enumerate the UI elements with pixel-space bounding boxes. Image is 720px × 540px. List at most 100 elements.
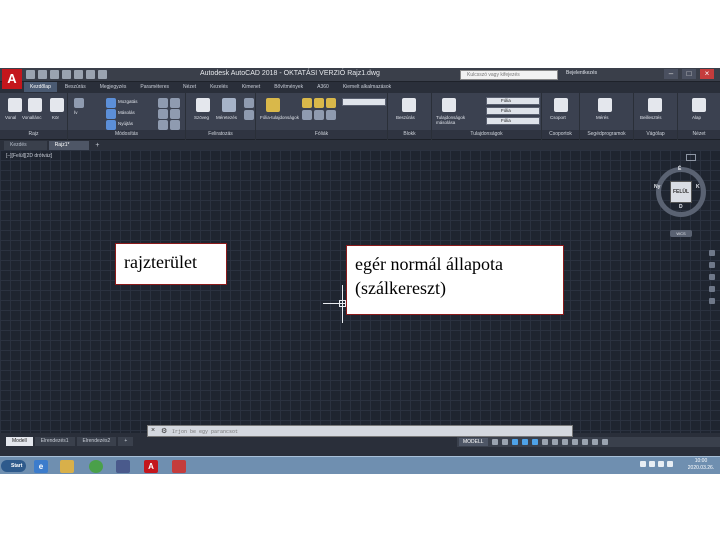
annotation-scale-icon[interactable] — [551, 439, 558, 445]
layout-tab-layout1[interactable]: Elrendezés1 — [34, 437, 75, 446]
circle-icon[interactable] — [50, 98, 64, 112]
tab-manage[interactable]: Kezelés — [204, 82, 234, 92]
viewcube[interactable]: FELÜL É D Ny K — [654, 166, 706, 217]
add-layout-plus-icon[interactable]: + — [118, 437, 134, 446]
ribbon-group-label[interactable]: Fóliák — [256, 130, 387, 139]
plot-icon[interactable] — [74, 70, 83, 79]
layer-previous-icon[interactable] — [326, 110, 336, 120]
layout-tab-model[interactable]: Modell — [6, 437, 33, 446]
lineweight-dropdown[interactable]: Fólia — [486, 107, 540, 115]
mirror-icon[interactable] — [158, 109, 168, 119]
save-as-icon[interactable] — [62, 70, 71, 79]
maximize-icon[interactable]: □ — [682, 69, 696, 79]
viewport-controls-label[interactable]: [–][Felül][2D drótváz] — [6, 153, 52, 159]
save-disk-icon[interactable] — [116, 460, 130, 473]
layer-lock-icon[interactable] — [326, 98, 336, 108]
save-icon[interactable] — [50, 70, 59, 79]
group-icon[interactable] — [554, 98, 568, 112]
command-input[interactable] — [172, 428, 568, 435]
volume-icon[interactable] — [658, 461, 664, 467]
file-tab-drawing1[interactable]: Rajz1* — [48, 141, 90, 150]
layer-freeze-icon[interactable] — [314, 98, 324, 108]
ribbon-group-label[interactable]: Vágólap — [634, 130, 677, 139]
compass-east[interactable]: K — [696, 184, 700, 190]
clean-screen-icon[interactable] — [591, 439, 598, 445]
base-view-icon[interactable] — [692, 98, 706, 112]
open-file-icon[interactable] — [38, 70, 47, 79]
file-explorer-icon[interactable] — [60, 460, 74, 473]
ribbon-group-label[interactable]: Csoportok — [542, 130, 579, 139]
tab-a360[interactable]: A360 — [311, 82, 335, 92]
compass-west[interactable]: Ny — [654, 184, 660, 190]
ribbon-group-label[interactable]: Feliratozás — [186, 130, 255, 139]
table-icon[interactable] — [244, 110, 254, 120]
grid-icon[interactable] — [491, 439, 498, 445]
leader-icon[interactable] — [244, 98, 254, 108]
tab-home[interactable]: Kezdőlap — [24, 82, 57, 92]
layer-isolate-icon[interactable] — [302, 110, 312, 120]
ribbon-group-label[interactable]: Segédprogramok — [580, 130, 633, 139]
ortho-icon[interactable] — [511, 439, 518, 445]
layer-dropdown[interactable] — [342, 98, 386, 106]
compass-south[interactable]: D — [679, 204, 683, 210]
internet-explorer-icon[interactable]: e — [34, 460, 48, 473]
chrome-icon[interactable] — [89, 460, 103, 473]
new-tab-plus-icon[interactable]: + — [91, 141, 103, 150]
flag-icon[interactable] — [667, 461, 673, 467]
new-file-icon[interactable] — [26, 70, 35, 79]
viewport-restore-icon[interactable] — [686, 154, 696, 161]
viewcube-top-face[interactable]: FELÜL — [670, 181, 692, 203]
start-button[interactable]: Start — [1, 460, 27, 472]
layer-on-icon[interactable] — [302, 98, 312, 108]
isolate-objects-icon[interactable] — [571, 439, 578, 445]
customization-menu-icon[interactable] — [601, 439, 608, 445]
linetype-dropdown[interactable]: Fólia — [486, 117, 540, 125]
tab-parametric[interactable]: Paraméteres — [134, 82, 175, 92]
wcs-menu[interactable]: WCS — [670, 230, 692, 237]
polyline-icon[interactable] — [28, 98, 42, 112]
autocad-taskbar-icon[interactable]: A — [144, 460, 158, 473]
file-tab-start[interactable]: Kezdés — [4, 141, 47, 150]
tab-annotate[interactable]: Megjegyzés — [94, 82, 133, 92]
ribbon-group-label[interactable]: Blokk — [388, 130, 431, 139]
move-icon[interactable] — [106, 98, 116, 108]
compass-north[interactable]: É — [678, 166, 681, 172]
snap-icon[interactable] — [501, 439, 508, 445]
stretch-icon[interactable] — [106, 120, 116, 130]
system-clock[interactable]: 10:00 2020.03.26. — [686, 458, 716, 472]
line-icon[interactable] — [8, 98, 22, 112]
fillet-icon[interactable] — [170, 109, 180, 119]
tab-view[interactable]: Nézet — [177, 82, 202, 92]
steering-wheel-icon[interactable] — [709, 250, 715, 256]
insert-block-icon[interactable] — [402, 98, 416, 112]
hardware-acceleration-icon[interactable] — [581, 439, 588, 445]
tab-output[interactable]: Kimenet — [236, 82, 266, 92]
ribbon-group-label[interactable]: Módosítás — [68, 130, 185, 139]
workspace-gear-icon[interactable] — [561, 439, 568, 445]
tab-insert[interactable]: Beszúrás — [59, 82, 92, 92]
ribbon-group-label[interactable]: Rajz — [0, 130, 67, 139]
osnap-icon[interactable] — [531, 439, 538, 445]
polar-tracking-icon[interactable] — [521, 439, 528, 445]
redo-icon[interactable] — [98, 70, 107, 79]
close-icon[interactable]: × — [700, 69, 714, 79]
ribbon-group-label[interactable]: Nézet — [678, 130, 720, 139]
copy-icon[interactable] — [106, 109, 116, 119]
autocad-logo-icon[interactable]: A — [2, 69, 22, 89]
model-space-button[interactable]: MODELL — [459, 438, 488, 446]
layer-match-icon[interactable] — [314, 110, 324, 120]
layout-tab-layout2[interactable]: Elrendezés2 — [76, 437, 117, 446]
scale-icon[interactable] — [158, 120, 168, 130]
undo-icon[interactable] — [86, 70, 95, 79]
color-dropdown[interactable]: Fólia — [486, 97, 540, 105]
search-input[interactable]: Kulcsszó vagy kifejezés — [460, 70, 558, 80]
match-properties-icon[interactable] — [442, 98, 456, 112]
tab-featured-apps[interactable]: Kiemelt alkalmazások — [337, 82, 397, 92]
lineweight-icon[interactable] — [541, 439, 548, 445]
command-close-icon[interactable]: × — [151, 427, 155, 434]
tray-arrow-icon[interactable] — [640, 461, 646, 467]
trim-icon[interactable] — [170, 98, 180, 108]
rotate-icon[interactable] — [158, 98, 168, 108]
minimize-icon[interactable]: – — [664, 69, 678, 79]
showmotion-icon[interactable] — [709, 298, 715, 304]
